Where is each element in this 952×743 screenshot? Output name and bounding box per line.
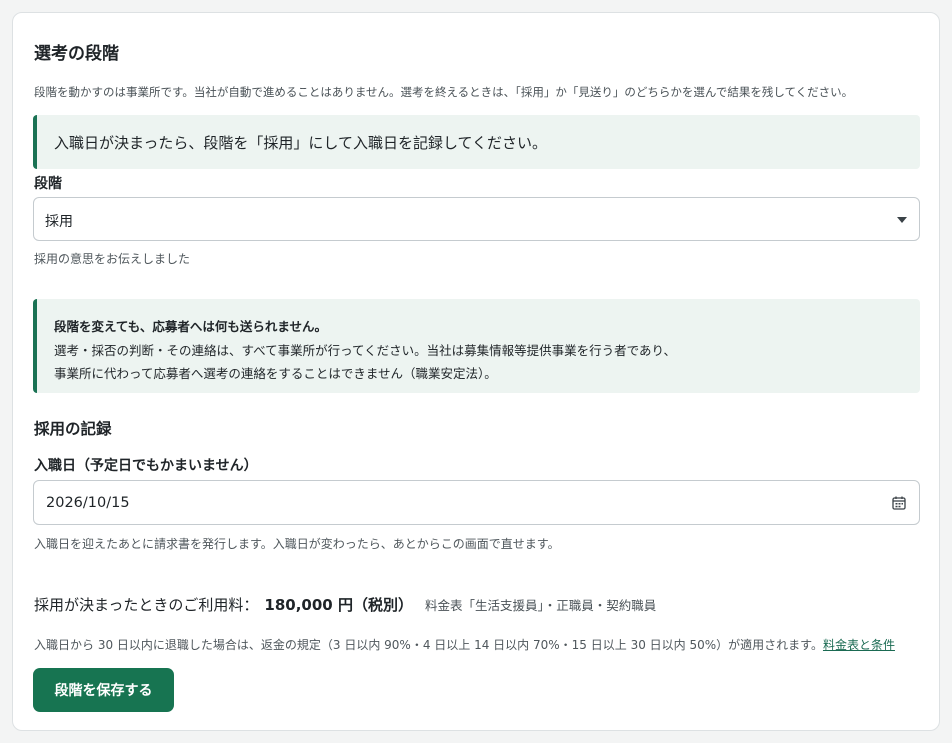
hire-record-title: 採用の記録 [34, 420, 112, 438]
stage-hint: 採用の意思をお伝えしました [34, 252, 191, 266]
contact-notice-title: 段階を変えても、応募者へは何も送られません。 [54, 319, 328, 334]
fee-table-link[interactable]: 料金表と条件 [823, 638, 895, 652]
fee-label: 採用が決まったときのご利用料： [34, 596, 259, 614]
contact-notice: 段階を変えても、応募者へは何も送られません。 選考・採否の判断・その連絡は、すべ… [33, 299, 920, 393]
contact-notice-line: 選考・採否の判断・その連絡は、すべて事業所が行ってください。当社は募集情報等提供… [54, 343, 677, 358]
panel-title: 選考の段階 [34, 44, 119, 64]
save-stage-button[interactable]: 段階を保存する [33, 668, 174, 712]
chevron-down-icon [897, 217, 907, 223]
fee-note: 料金表「生活支援員」・正職員・契約職員 [424, 598, 657, 613]
start-date-hint: 入職日を迎えたあとに請求書を発行します。入職日が変わったら、あとからこの画面で直… [34, 537, 560, 551]
calendar-icon[interactable] [892, 496, 906, 510]
fee-row: 採用が決まったときのご利用料： 180,000 円（税別） 料金表「生活支援員」・正… [34, 594, 656, 615]
stage-select[interactable]: 採用 [33, 197, 920, 241]
contact-notice-line: 事業所に代わって応募者へ選考の連絡をすることはできません（職業安定法）。 [54, 366, 497, 381]
start-date-label: 入職日（予定日でもかまいません） [34, 458, 258, 474]
stage-select-value: 採用 [45, 214, 73, 230]
hire-notice: 入職日が決まったら、段階を「採用」にして入職日を記録してください。 [33, 115, 920, 169]
start-date-value: 2026/10/15 [46, 495, 130, 511]
stage-label: 段階 [34, 176, 62, 192]
hire-notice-text: 入職日が決まったら、段階を「採用」にして入職日を記録してください。 [54, 134, 548, 152]
panel-description: 段階を動かすのは事業所です。当社が自動で進めることはありません。選考を終えるとき… [34, 85, 854, 99]
stage-panel: 選考の段階 段階を動かすのは事業所です。当社が自動で進めることはありません。選考… [12, 12, 940, 731]
refund-policy: 入職日から 30 日以内に退職した場合は、返金の規定（3 日以内 90%・4 日… [34, 636, 895, 653]
refund-policy-text: 入職日から 30 日以内に退職した場合は、返金の規定（3 日以内 90%・4 日… [34, 638, 823, 652]
fee-amount: 180,000 円（税別） [264, 596, 413, 614]
start-date-input[interactable]: 2026/10/15 [33, 480, 920, 525]
